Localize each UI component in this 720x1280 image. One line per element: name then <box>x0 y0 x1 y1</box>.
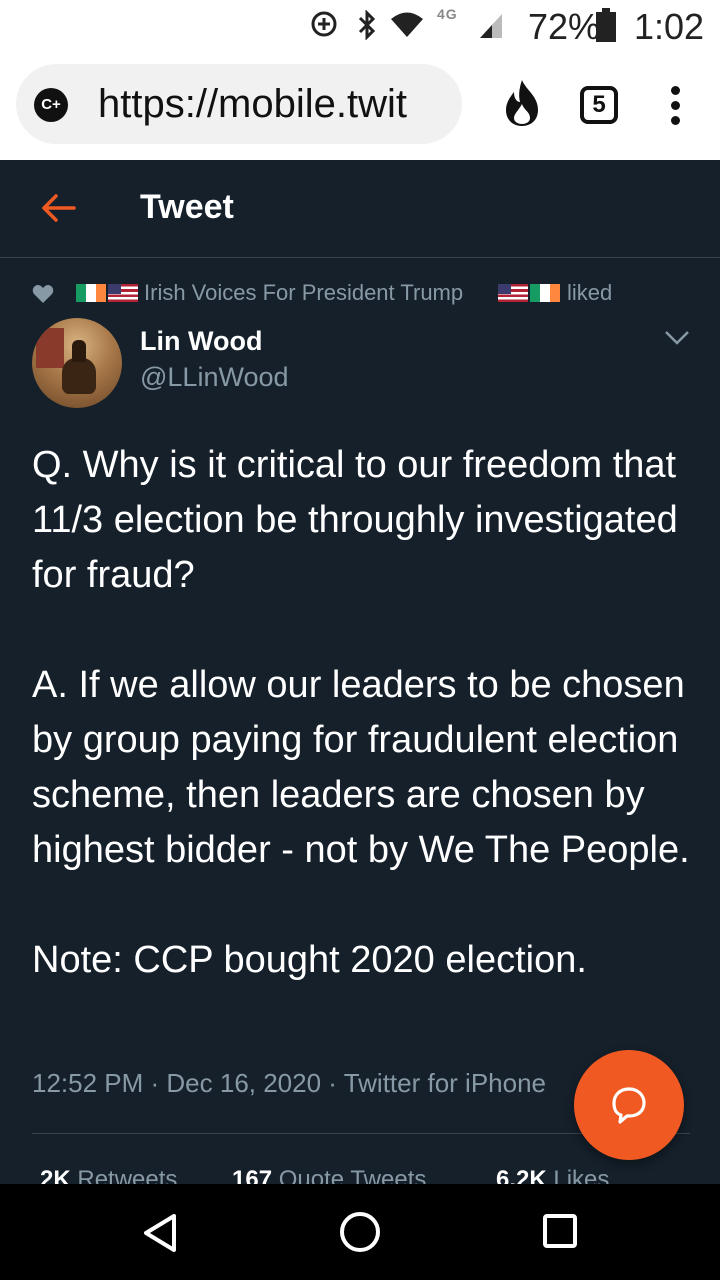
tweet-paragraph: Q. Why is it critical to our freedom tha… <box>32 444 678 596</box>
likes-stat[interactable]: 6.2K Likes <box>496 1166 609 1186</box>
tabs-counter-button[interactable]: 5 <box>580 86 618 124</box>
social-context-name[interactable]: Irish Voices For President Trump <box>144 280 463 306</box>
tweet-paragraph: A. If we allow our leaders to be chosen … <box>32 664 690 871</box>
reply-bubble-icon <box>612 1087 646 1124</box>
quote-tweets-label: Quote Tweets <box>278 1166 427 1186</box>
social-context-action: liked <box>567 280 613 305</box>
likes-count: 6.2K <box>496 1166 547 1186</box>
heart-icon <box>32 285 54 303</box>
avatar[interactable] <box>32 318 122 408</box>
url-text[interactable]: https://mobile.twit <box>98 82 407 127</box>
data-saver-icon <box>311 11 337 37</box>
author-name[interactable]: Lin Wood <box>140 326 262 357</box>
ireland-flag-icon <box>530 284 560 302</box>
quote-tweets-stat[interactable]: 167 Quote Tweets <box>232 1166 426 1186</box>
bluetooth-icon <box>358 10 376 40</box>
site-logo-icon: C+ <box>34 88 68 122</box>
browser-toolbar: C+ https://mobile.twit 5 <box>0 52 720 160</box>
status-bar: 4G 72% 1:02 <box>0 0 720 52</box>
overflow-menu-icon[interactable] <box>668 86 682 130</box>
social-context: Irish Voices For President Trump liked <box>32 278 692 310</box>
retweets-count: 2K <box>40 1166 71 1186</box>
wifi-icon <box>391 12 423 37</box>
fire-icon[interactable] <box>502 78 542 128</box>
tweet-timestamp: 12:52 PM · Dec 16, 2020 · Twitter for iP… <box>32 1068 547 1098</box>
usa-flag-icon <box>108 284 138 302</box>
retweets-stat[interactable]: 2K Retweets <box>40 1166 177 1186</box>
network-type: 4G <box>437 6 458 22</box>
author-handle[interactable]: @LLinWood <box>140 362 289 393</box>
tweet-paragraph: Note: CCP bought 2020 election. <box>32 939 587 981</box>
nav-recents-icon[interactable] <box>543 1214 577 1248</box>
quote-tweets-count: 167 <box>232 1166 273 1186</box>
back-arrow-icon[interactable] <box>38 188 78 228</box>
ireland-flag-icon <box>76 284 106 302</box>
system-navigation-bar <box>0 1184 720 1280</box>
page-title: Tweet <box>140 188 234 226</box>
retweets-label: Retweets <box>77 1166 178 1186</box>
battery-icon <box>596 8 616 42</box>
nav-home-icon[interactable] <box>340 1212 380 1252</box>
address-bar[interactable]: C+ https://mobile.twit <box>16 64 462 144</box>
tweet-text: Q. Why is it critical to our freedom tha… <box>32 438 692 1043</box>
chevron-down-icon[interactable] <box>664 330 690 346</box>
tweet-stats: 2K Retweets 167 Quote Tweets 6.2K Likes <box>40 1164 700 1186</box>
reply-fab-button[interactable] <box>574 1050 684 1160</box>
likes-label: Likes <box>553 1166 610 1186</box>
clock: 1:02 <box>634 6 705 47</box>
nav-back-icon[interactable] <box>140 1212 180 1254</box>
usa-flag-icon <box>498 284 528 302</box>
battery-percent: 72% <box>528 6 601 47</box>
tweet-header: Tweet <box>0 160 720 258</box>
signal-icon <box>480 14 502 38</box>
